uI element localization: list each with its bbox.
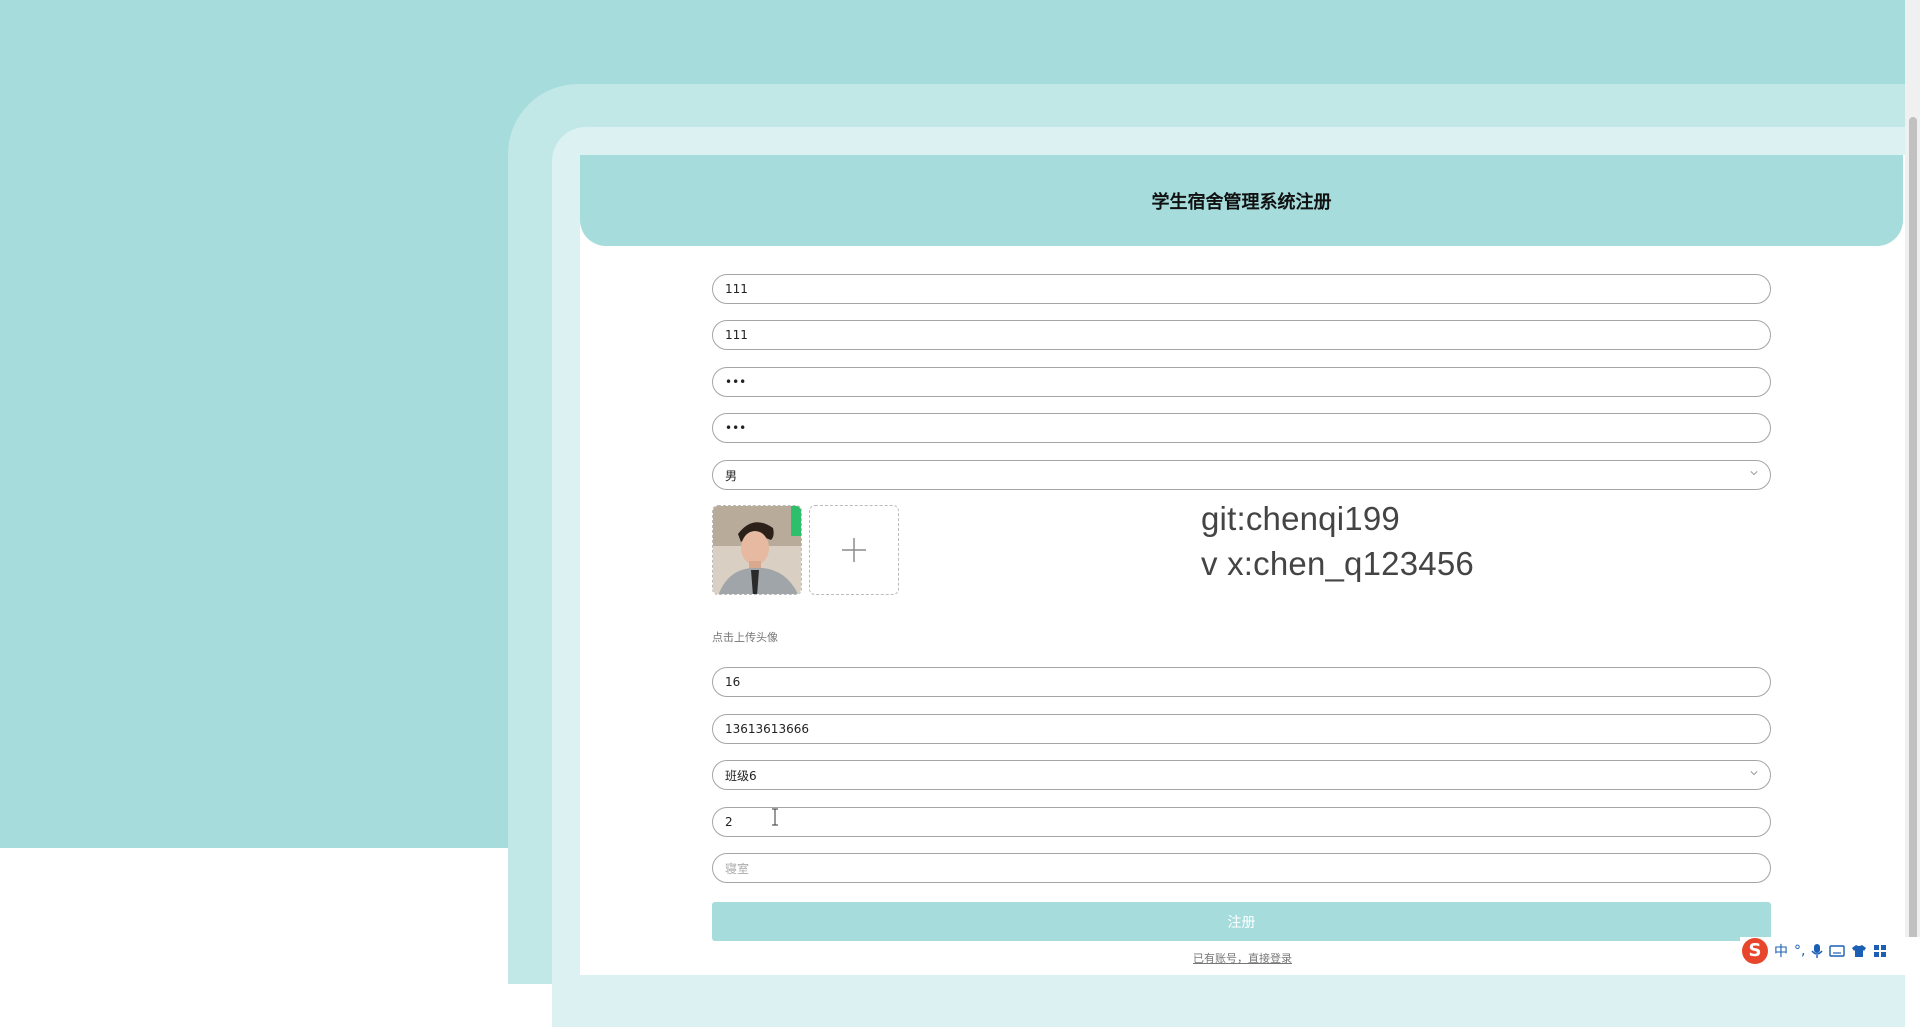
- card-header: 学生宿舍管理系统注册: [580, 155, 1903, 246]
- skin-shirt-icon[interactable]: [1851, 944, 1867, 958]
- class-value: 班级6: [725, 768, 757, 783]
- register-button[interactable]: 注册: [712, 902, 1771, 941]
- watermark-git: git:chenqi199: [1201, 500, 1400, 537]
- password-value: •••: [725, 375, 747, 389]
- plus-icon: [842, 538, 866, 562]
- avatar-preview[interactable]: [712, 505, 802, 595]
- toolbox-grid-icon[interactable]: [1873, 944, 1887, 958]
- building-value: 2: [725, 815, 733, 829]
- phone-value: 13613613666: [725, 722, 809, 736]
- page-title: 学生宿舍管理系统注册: [1151, 191, 1332, 213]
- class-select[interactable]: 班级6: [712, 760, 1771, 790]
- keyboard-icon[interactable]: [1829, 944, 1846, 958]
- gender-value: 男: [725, 468, 738, 483]
- building-input[interactable]: 2: [712, 807, 1771, 837]
- ime-mode[interactable]: 中: [1774, 941, 1788, 961]
- name-input[interactable]: 111: [712, 320, 1771, 350]
- gender-select[interactable]: 男: [712, 460, 1771, 490]
- avatar-image: [713, 506, 801, 594]
- confirm-password-value: •••: [725, 421, 747, 435]
- watermark-contact: v x:chen_q123456: [1201, 545, 1474, 582]
- confirm-password-input[interactable]: •••: [712, 413, 1771, 443]
- age-input[interactable]: 16: [712, 667, 1771, 697]
- phone-input[interactable]: 13613613666: [712, 714, 1771, 744]
- dorm-placeholder: 寝室: [725, 861, 750, 876]
- name-value: 111: [725, 328, 748, 342]
- ime-toolbar: S 中 °,: [1740, 937, 1920, 964]
- chevron-down-icon: [1750, 771, 1758, 776]
- password-input[interactable]: •••: [712, 367, 1771, 397]
- username-value: 111: [725, 282, 748, 296]
- username-input[interactable]: 111: [712, 274, 1771, 304]
- age-value: 16: [725, 675, 741, 689]
- avatar-upload-button[interactable]: [809, 505, 899, 595]
- register-button-label: 注册: [1227, 914, 1256, 931]
- chevron-down-icon: [1750, 471, 1758, 476]
- microphone-icon[interactable]: [1811, 943, 1823, 959]
- scrollbar-thumb[interactable]: [1909, 117, 1917, 952]
- ime-punctuation[interactable]: °,: [1794, 943, 1805, 959]
- text-cursor-icon: [772, 808, 778, 826]
- sogou-logo-icon[interactable]: S: [1742, 937, 1768, 964]
- upload-hint: 点击上传头像: [712, 631, 778, 644]
- dorm-input[interactable]: 寝室: [712, 853, 1771, 883]
